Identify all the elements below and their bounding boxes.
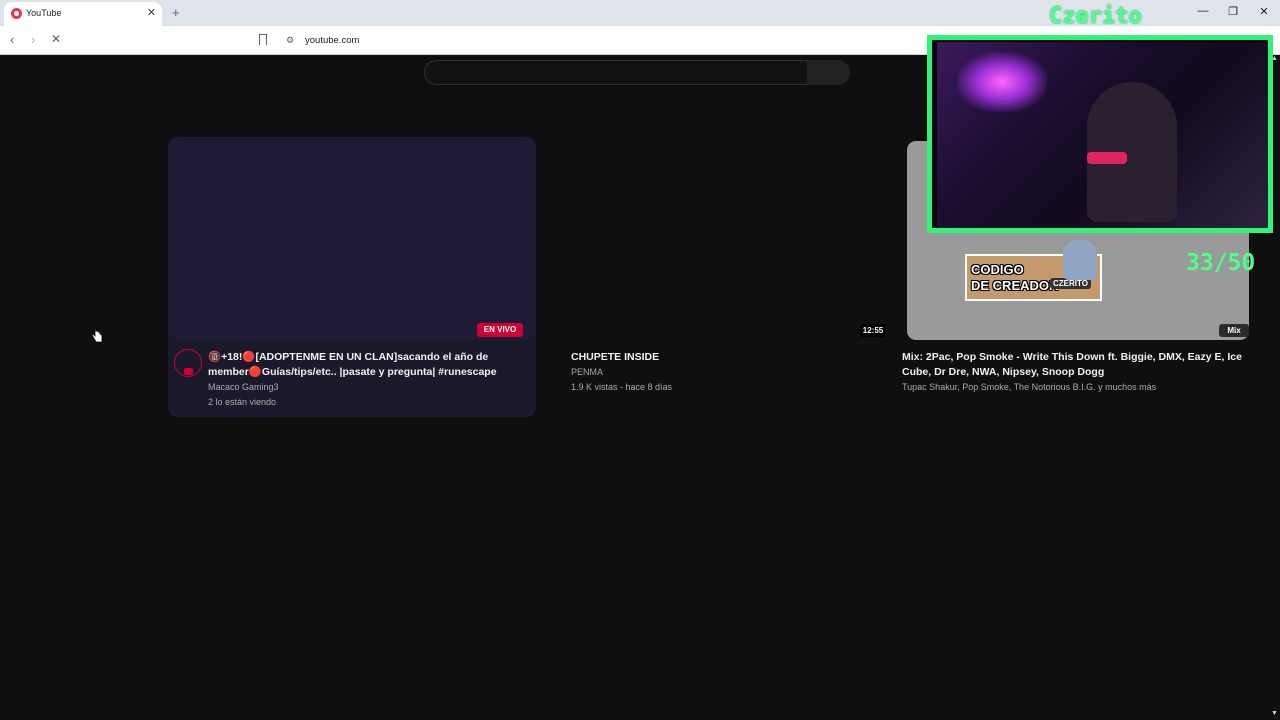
address-bar-url[interactable]: youtube.com bbox=[305, 35, 359, 46]
site-info-icon[interactable]: ⚙ bbox=[286, 35, 294, 46]
webcam-light bbox=[957, 52, 1047, 112]
live-badge: EN VIVO bbox=[477, 323, 523, 337]
channel-name[interactable]: PENMA bbox=[571, 365, 603, 380]
webcam-scene bbox=[937, 42, 1268, 228]
mix-badge: Mix bbox=[1219, 324, 1249, 337]
back-button[interactable]: ‹ bbox=[10, 32, 14, 47]
duration-badge: 12:55 bbox=[860, 324, 886, 337]
stop-loading-button[interactable]: ✕ bbox=[51, 32, 61, 46]
new-tab-button[interactable]: + bbox=[172, 5, 180, 20]
video-thumbnail[interactable] bbox=[168, 137, 536, 340]
video-title[interactable]: Mix: 2Pac, Pop Smoke - Write This Down f… bbox=[902, 350, 1242, 380]
channel-name[interactable]: Tupac Shakur, Pop Smoke, The Notorious B… bbox=[902, 380, 1156, 395]
streamer-name-overlay: Czerito bbox=[1049, 4, 1142, 29]
channel-avatar[interactable] bbox=[174, 349, 202, 377]
video-title[interactable]: 🔞+18!🔴[ADOPTENME EN UN CLAN]sacando el a… bbox=[208, 350, 528, 380]
forward-button[interactable]: › bbox=[31, 32, 35, 47]
creator-code-label: CODIGO DE CREADOR bbox=[971, 262, 1059, 293]
browser-tab-youtube[interactable]: YouTube ✕ bbox=[4, 2, 162, 26]
channel-name[interactable]: Macaco Gaming3 bbox=[208, 380, 279, 395]
webcam-overlay bbox=[927, 35, 1273, 233]
tab-close-icon[interactable]: ✕ bbox=[147, 6, 156, 19]
search-button[interactable] bbox=[807, 60, 850, 85]
mascot-avatar-icon bbox=[1063, 240, 1097, 280]
video-title[interactable]: CHUPETE INSIDE bbox=[571, 350, 659, 365]
scroll-down-icon[interactable]: ▼ bbox=[1271, 710, 1278, 717]
goal-counter: 33/50 bbox=[1186, 250, 1256, 276]
restore-button[interactable]: ❐ bbox=[1223, 5, 1243, 18]
youtube-favicon-icon bbox=[11, 8, 22, 19]
microphone-icon bbox=[1087, 152, 1127, 164]
bookmark-icon[interactable] bbox=[259, 34, 267, 45]
minimize-button[interactable]: — bbox=[1193, 5, 1213, 17]
viewer-count: 2 lo están viendo bbox=[208, 397, 277, 407]
scroll-up-icon[interactable]: ▲ bbox=[1271, 55, 1278, 62]
video-meta: 1.9 K vistas - hace 8 días bbox=[571, 382, 673, 392]
close-window-button[interactable]: ✕ bbox=[1254, 5, 1274, 18]
search-input[interactable] bbox=[424, 60, 808, 85]
tab-title: YouTube bbox=[26, 8, 62, 18]
hand-cursor-icon bbox=[91, 327, 103, 343]
